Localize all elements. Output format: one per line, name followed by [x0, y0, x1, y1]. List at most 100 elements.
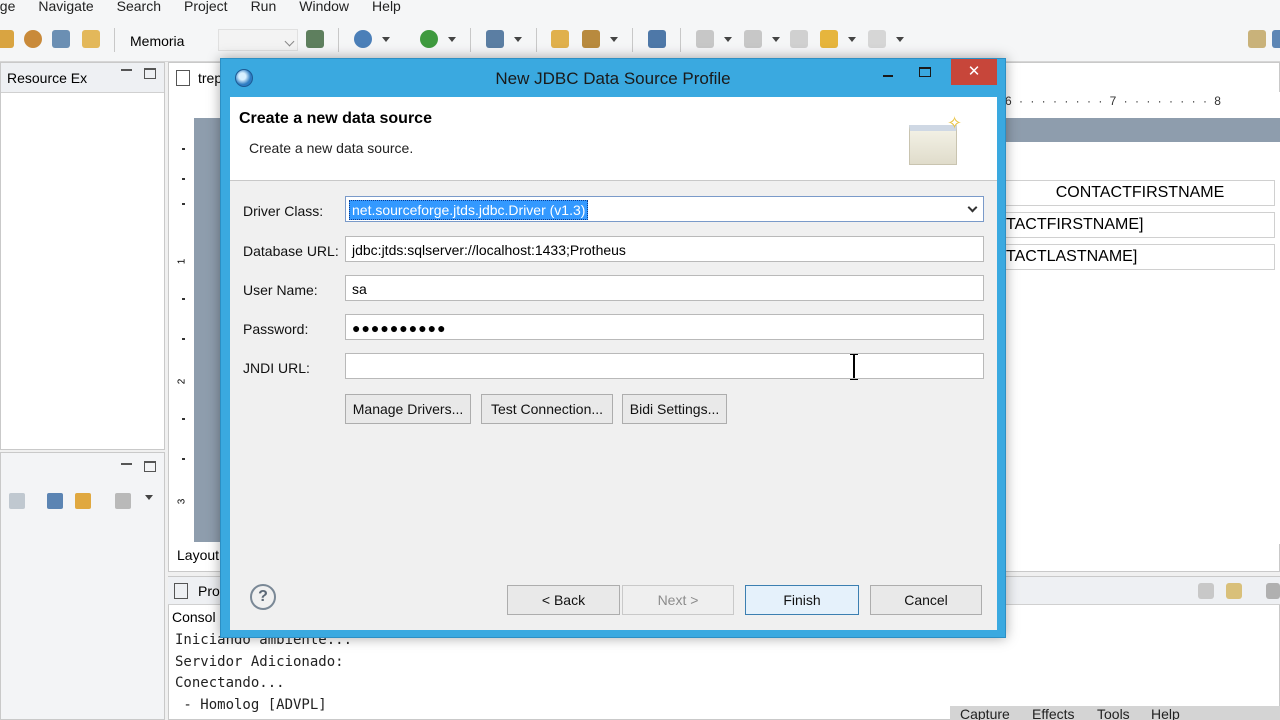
main-toolbar: Memoria	[0, 18, 1280, 62]
menu-item-page[interactable]: age	[0, 0, 15, 13]
toolbar-separator	[114, 28, 115, 52]
minimize-icon[interactable]	[121, 463, 132, 465]
finish-button[interactable]: Finish	[745, 585, 859, 615]
wizard-banner: Create a new data source Create a new da…	[230, 97, 997, 181]
help-button[interactable]: ?	[250, 584, 276, 610]
chevron-down-icon[interactable]	[848, 37, 856, 42]
editor-tab-label: trep	[198, 70, 223, 86]
back-arrow-icon[interactable]	[820, 30, 838, 48]
driver-class-label: Driver Class:	[243, 203, 324, 219]
ruler-tick	[182, 418, 185, 420]
toolbar-separator	[536, 28, 537, 52]
dialog-client-area: Create a new data source Create a new da…	[230, 97, 997, 630]
data-cell-firstname[interactable]: TACTFIRSTNAME]	[1005, 212, 1275, 238]
ruler-tick	[182, 203, 185, 205]
open-folder-icon[interactable]	[551, 30, 569, 48]
column-header-cell[interactable]: CONTACTFIRSTNAME	[1005, 180, 1275, 206]
chevron-down-icon[interactable]	[610, 37, 618, 42]
link-icon[interactable]	[9, 493, 25, 509]
collapse-all-icon[interactable]	[47, 493, 63, 509]
chevron-down-icon[interactable]	[145, 495, 153, 500]
perspective-icon[interactable]	[1272, 30, 1280, 48]
pen-icon[interactable]	[582, 30, 600, 48]
help-menu[interactable]: Help	[1151, 707, 1180, 720]
pin-icon[interactable]	[306, 30, 324, 48]
minimize-icon[interactable]	[883, 75, 893, 77]
minimize-icon[interactable]	[121, 69, 132, 71]
run-icon[interactable]	[420, 30, 438, 48]
build-icon[interactable]	[0, 30, 14, 48]
horizontal-ruler: 6 · · · · · · · · 7 · · · · · · · · 8	[1005, 94, 1223, 108]
close-button[interactable]: ✕	[951, 59, 997, 85]
scroll-lock-icon[interactable]	[1226, 583, 1242, 599]
gear-build-icon[interactable]	[24, 30, 42, 48]
last-edit-icon[interactable]	[790, 30, 808, 48]
memoria-label[interactable]: Memoria	[130, 33, 184, 49]
manage-drivers-button[interactable]: Manage Drivers...	[345, 394, 471, 424]
prev-annotation-icon[interactable]	[744, 30, 762, 48]
vertical-ruler: 1 2 3	[172, 118, 194, 548]
ruler-tick	[182, 458, 185, 460]
tab-resource-explorer[interactable]: Resource Ex	[7, 70, 87, 86]
pin-console-icon[interactable]	[1266, 583, 1280, 599]
user-name-label: User Name:	[243, 282, 318, 298]
tab-problems[interactable]: Pro	[198, 583, 220, 599]
report-file-icon	[176, 70, 190, 86]
bidi-settings-button[interactable]: Bidi Settings...	[622, 394, 727, 424]
chevron-down-icon[interactable]	[967, 202, 978, 213]
open-perspective-icon[interactable]	[1248, 30, 1266, 48]
ruler-tick	[182, 148, 185, 150]
maximize-icon[interactable]	[144, 461, 156, 472]
forward-arrow-icon[interactable]	[868, 30, 886, 48]
menu-item-help[interactable]: Help	[372, 0, 401, 13]
chevron-down-icon[interactable]	[896, 37, 904, 42]
back-button[interactable]: < Back	[507, 585, 620, 615]
maximize-icon[interactable]	[919, 67, 931, 77]
tab-console[interactable]: Consol	[172, 609, 216, 625]
banner-subtitle: Create a new data source.	[249, 140, 414, 156]
next-annotation-icon[interactable]	[696, 30, 714, 48]
password-input[interactable]: ●●●●●●●●●●	[345, 314, 984, 340]
compile-icon[interactable]	[52, 30, 70, 48]
menu-item-navigate[interactable]: Navigate	[38, 0, 93, 13]
maximize-icon[interactable]	[144, 68, 156, 79]
memoria-combo[interactable]	[218, 29, 298, 51]
chevron-down-icon[interactable]	[514, 37, 522, 42]
clear-console-icon[interactable]	[1198, 583, 1214, 599]
toolbar-separator	[680, 28, 681, 52]
test-connection-button[interactable]: Test Connection...	[481, 394, 613, 424]
dialog-title: New JDBC Data Source Profile	[495, 69, 731, 88]
capture-toolbar: Capture Effects Tools Help	[950, 706, 1280, 720]
jdbc-profile-dialog: New JDBC Data Source Profile ✕ Create a …	[220, 58, 1006, 638]
patch-icon[interactable]	[82, 30, 100, 48]
menu-item-project[interactable]: Project	[184, 0, 228, 13]
user-name-input[interactable]: sa	[345, 275, 984, 301]
toolbar-separator	[470, 28, 471, 52]
next-button[interactable]: Next >	[622, 585, 734, 615]
chevron-down-icon[interactable]	[382, 37, 390, 42]
effects-menu[interactable]: Effects	[1032, 707, 1075, 720]
debug-globe-icon[interactable]	[354, 30, 372, 48]
problems-icon	[174, 583, 188, 599]
menu-item-search[interactable]: Search	[117, 0, 161, 13]
chart-icon[interactable]	[648, 30, 666, 48]
tools-menu[interactable]: Tools	[1097, 707, 1130, 720]
chevron-down-icon[interactable]	[772, 37, 780, 42]
chevron-down-icon[interactable]	[448, 37, 456, 42]
menu-item-window[interactable]: Window	[299, 0, 349, 13]
jndi-url-input[interactable]	[345, 353, 984, 379]
report-band	[1005, 118, 1280, 142]
ruler-number: 1	[176, 258, 188, 265]
data-cell-lastname[interactable]: TACTLASTNAME]	[1005, 244, 1275, 270]
menu-item-run[interactable]: Run	[251, 0, 277, 13]
dialog-titlebar[interactable]: New JDBC Data Source Profile ✕	[221, 59, 1005, 97]
filter-icon[interactable]	[115, 493, 131, 509]
ruler-tick	[182, 338, 185, 340]
capture-menu[interactable]: Capture	[960, 707, 1010, 720]
sync-icon[interactable]	[75, 493, 91, 509]
driver-class-combo[interactable]: net.sourceforge.jtds.jdbc.Driver (v1.3)	[345, 196, 984, 222]
chevron-down-icon[interactable]	[724, 37, 732, 42]
database-url-input[interactable]: jdbc:jtds:sqlserver://localhost:1433;Pro…	[345, 236, 984, 262]
external-tools-icon[interactable]	[486, 30, 504, 48]
cancel-button[interactable]: Cancel	[870, 585, 982, 615]
